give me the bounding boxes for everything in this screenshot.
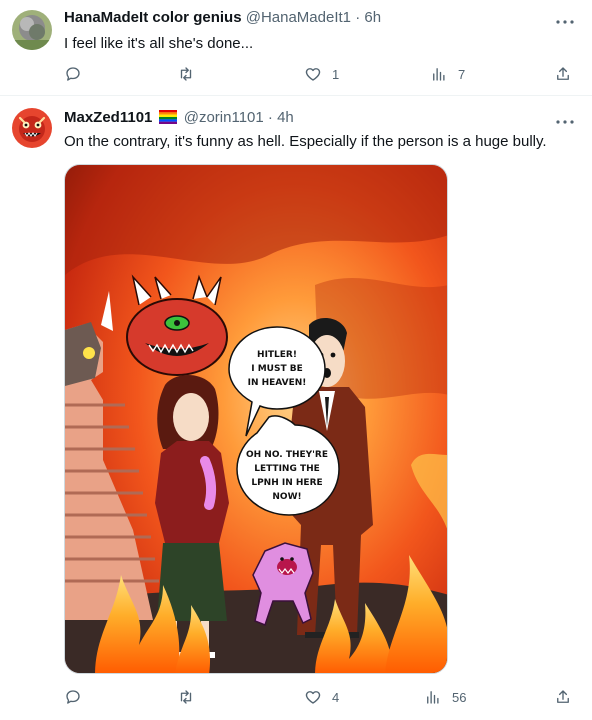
share-icon bbox=[557, 67, 569, 80]
timestamp[interactable]: 4h bbox=[277, 109, 294, 126]
handle[interactable]: @zorin1101 bbox=[184, 109, 264, 126]
like-button[interactable]: 4 bbox=[304, 687, 339, 707]
like-count: 1 bbox=[332, 66, 340, 82]
repost-button[interactable] bbox=[177, 687, 205, 707]
tweet-2-header: MaxZed1101 @zorin1101 · 4h bbox=[64, 108, 294, 130]
like-icon bbox=[305, 68, 321, 81]
share-button[interactable] bbox=[554, 64, 572, 84]
reply-icon bbox=[66, 67, 80, 81]
views-count: 56 bbox=[452, 689, 467, 705]
more-icon[interactable] bbox=[554, 114, 576, 132]
tweet-2-actions: 4 56 bbox=[64, 687, 584, 707]
tweet-image[interactable]: HITLER! I MUST BE IN HEAVEN! OH NO. THEY… bbox=[64, 164, 448, 674]
bubble-top-line-3: IN HEAVEN! bbox=[248, 378, 307, 388]
avatar-hanamadeit[interactable] bbox=[12, 10, 52, 50]
repost-button[interactable] bbox=[177, 64, 205, 84]
tweet-1-header: HanaMadeIt color genius @HanaMadeIt1 · 6… bbox=[64, 8, 381, 28]
repost-icon bbox=[180, 690, 192, 704]
bubble-bottom-line-3: LPNH IN HERE bbox=[251, 478, 322, 488]
rainbow-flag-icon bbox=[158, 110, 177, 130]
bubble-bottom-line-1: OH NO. THEY'RE bbox=[246, 450, 328, 460]
separator: · bbox=[267, 109, 273, 126]
bubble-top-line-1: HITLER! bbox=[257, 350, 297, 360]
reply-button[interactable] bbox=[64, 687, 92, 707]
bubble-bottom-line-2: LETTING THE bbox=[254, 464, 320, 474]
tweet-text: I feel like it's all she's done... bbox=[64, 35, 254, 52]
display-name[interactable]: HanaMadeIt color genius bbox=[64, 9, 242, 26]
like-count: 4 bbox=[332, 689, 340, 705]
bubble-top-line-2: I MUST BE bbox=[251, 364, 303, 374]
views-button[interactable]: 7 bbox=[430, 64, 465, 84]
more-icon[interactable] bbox=[554, 14, 576, 32]
separator: · bbox=[355, 9, 361, 26]
display-name[interactable]: MaxZed1101 bbox=[64, 109, 152, 126]
views-count: 7 bbox=[458, 66, 466, 82]
tweet-1-actions: 1 7 bbox=[64, 64, 584, 84]
like-icon bbox=[305, 691, 321, 704]
tweet-1[interactable]: HanaMadeIt color genius @HanaMadeIt1 · 6… bbox=[0, 0, 592, 96]
reply-icon bbox=[66, 690, 80, 704]
tweet-text: On the contrary, it's funny as hell. Esp… bbox=[64, 133, 547, 150]
views-icon bbox=[433, 68, 445, 81]
handle[interactable]: @HanaMadeIt1 bbox=[246, 9, 351, 26]
like-button[interactable]: 1 bbox=[304, 64, 339, 84]
share-icon bbox=[557, 690, 569, 703]
reply-button[interactable] bbox=[64, 64, 92, 84]
bubble-bottom-line-4: NOW! bbox=[272, 492, 301, 502]
repost-icon bbox=[180, 67, 192, 81]
views-icon bbox=[427, 691, 439, 704]
share-button[interactable] bbox=[554, 687, 572, 707]
timestamp[interactable]: 6h bbox=[364, 9, 381, 26]
avatar-maxzed[interactable] bbox=[12, 108, 52, 148]
views-button[interactable]: 56 bbox=[424, 687, 466, 707]
